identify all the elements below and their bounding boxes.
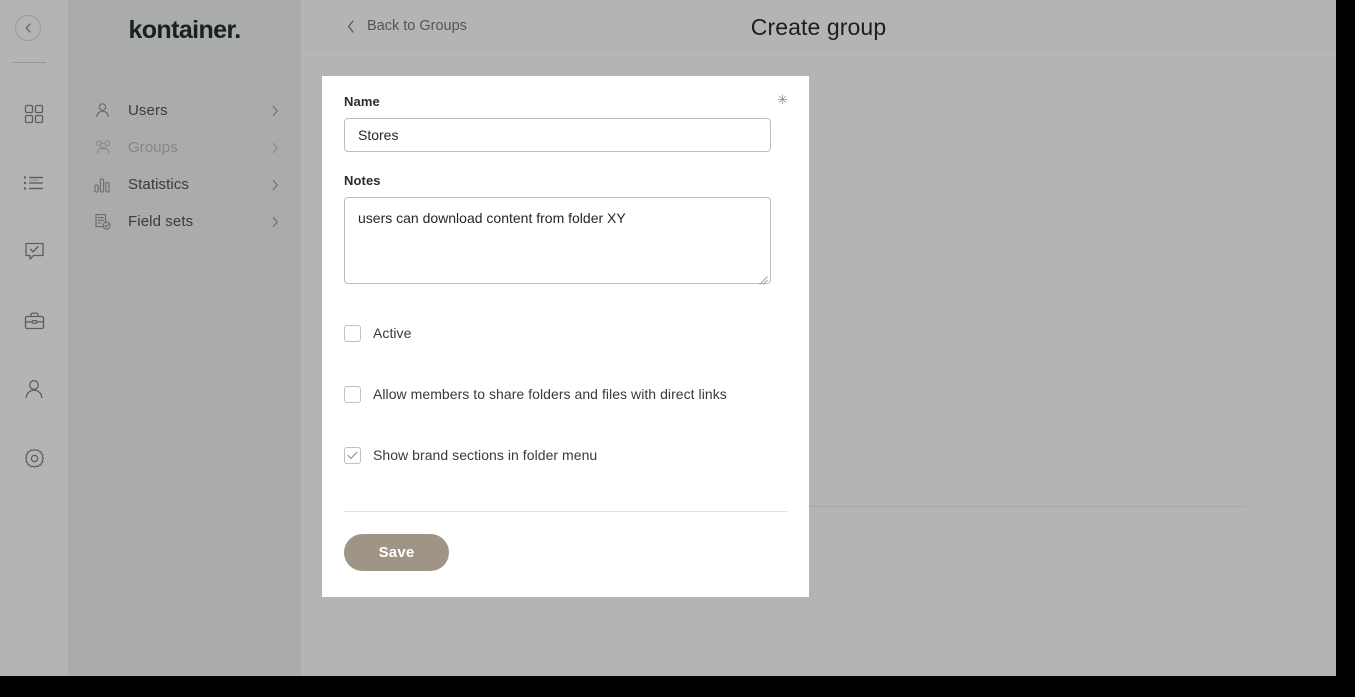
notes-field-label: Notes xyxy=(344,173,787,188)
rail-icon-list xyxy=(0,79,68,493)
checkbox-label: Allow members to share folders and files… xyxy=(373,386,727,402)
checkbox-allow-direct-links[interactable] xyxy=(344,386,361,403)
checkbox-show-brand-sections[interactable] xyxy=(344,447,361,464)
name-input[interactable] xyxy=(344,118,771,152)
sidebar-item-label: Users xyxy=(128,102,168,119)
gear-icon xyxy=(24,448,45,469)
top-bar: Back to Groups Create group xyxy=(301,0,1336,56)
users-group-icon xyxy=(94,139,116,156)
brand-logo: kontainer. xyxy=(68,15,301,45)
bar-chart-icon xyxy=(94,177,116,193)
sidebar-item-statistics[interactable]: Statistics xyxy=(68,166,301,203)
rail-item-portfolio[interactable] xyxy=(0,286,68,355)
chevron-left-icon xyxy=(23,22,33,34)
sidebar-item-groups[interactable]: Groups xyxy=(68,129,301,166)
rail-item-account[interactable] xyxy=(0,355,68,424)
check-mark-icon xyxy=(347,451,358,460)
card-divider xyxy=(344,511,787,512)
user-icon xyxy=(24,379,44,400)
sidebar-item-field-sets[interactable]: Field sets xyxy=(68,203,301,240)
card-body: ✳ Name Notes Active xyxy=(322,76,809,512)
chevron-right-icon xyxy=(272,216,279,227)
rail-divider xyxy=(12,62,46,63)
user-icon xyxy=(94,102,116,119)
notes-wrapper xyxy=(344,197,771,284)
field-spacer xyxy=(344,152,787,173)
checkbox-row-active[interactable]: Active xyxy=(344,323,787,343)
notes-textarea[interactable] xyxy=(344,197,771,284)
checkbox-row-show-brand-sections[interactable]: Show brand sections in folder menu xyxy=(344,445,787,465)
required-field-marker: ✳ xyxy=(777,93,788,106)
rail-item-settings[interactable] xyxy=(0,424,68,493)
checkbox-row-allow-direct-links[interactable]: Allow members to share folders and files… xyxy=(344,384,787,404)
app-root: kontainer. Users xyxy=(0,0,1355,697)
sidebar-nav: Users xyxy=(68,92,301,240)
rail-item-dashboard[interactable] xyxy=(0,79,68,148)
rail-item-lists[interactable] xyxy=(0,148,68,217)
sidebar: kontainer. Users xyxy=(68,0,301,676)
sidebar-item-label: Field sets xyxy=(128,213,193,230)
create-group-card: ✳ Name Notes Active xyxy=(322,76,809,597)
window-chrome-bottom xyxy=(0,676,1355,697)
rail-item-approvals[interactable] xyxy=(0,217,68,286)
name-field-label: Name xyxy=(344,94,787,109)
chevron-right-icon xyxy=(272,142,279,153)
sidebar-item-label: Groups xyxy=(128,139,178,156)
window-chrome-right xyxy=(1336,0,1355,697)
collapse-sidebar-button[interactable] xyxy=(15,15,41,41)
icon-rail xyxy=(0,0,68,676)
checkbox-label: Show brand sections in folder menu xyxy=(373,447,597,463)
sidebar-item-users[interactable]: Users xyxy=(68,92,301,129)
card-footer: Save xyxy=(322,512,809,597)
checkbox-active[interactable] xyxy=(344,325,361,342)
sidebar-item-label: Statistics xyxy=(128,176,189,193)
chevron-right-icon xyxy=(272,105,279,116)
overlay-divider xyxy=(809,506,1245,507)
chevron-right-icon xyxy=(272,179,279,190)
page-title: Create group xyxy=(301,14,1336,41)
document-check-icon xyxy=(94,213,116,231)
save-button[interactable]: Save xyxy=(344,534,449,571)
checkbox-label: Active xyxy=(373,325,411,341)
comment-check-icon xyxy=(24,241,45,262)
application-page: kontainer. Users xyxy=(0,0,1336,676)
list-icon xyxy=(23,174,45,192)
grid-dashboard-icon xyxy=(24,104,44,124)
briefcase-icon xyxy=(24,311,45,331)
